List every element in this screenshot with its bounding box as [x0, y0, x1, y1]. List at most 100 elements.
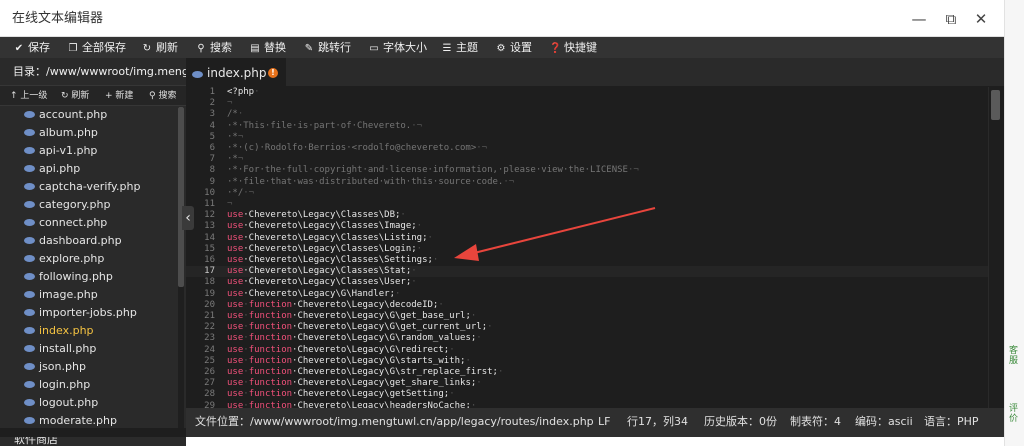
code-area[interactable]: 1 <?php· 2 ¬ 3/*· 4 ·*·This·file·is·part·of·Ch… — [186, 87, 988, 408]
file-item-album-php[interactable]: album.php — [24, 124, 98, 142]
code-line[interactable]: 3 /*· — [186, 109, 988, 120]
code-line[interactable]: 11 ¬ — [186, 199, 988, 210]
code-line[interactable]: 23 use · function·Chevereto\Legacy\G\random… — [186, 333, 988, 344]
code-text: use · function·Chevereto\Legacy\G\get_curr… — [227, 322, 493, 333]
status-line-ending[interactable]: LF — [598, 408, 610, 435]
code-line[interactable]: 15 use·Chevereto\Legacy\Classes\Login;· — [186, 244, 988, 255]
file-item-label: api-v1.php — [39, 144, 98, 157]
collapse-sidebar-button[interactable]: ‹ — [182, 206, 194, 230]
file-item-following-php[interactable]: following.php — [24, 268, 113, 286]
file-item-api-php[interactable]: api.php — [24, 160, 80, 178]
settings-button[interactable]: ⚙ 设置 — [495, 37, 532, 58]
status-language[interactable]: 语言：PHP — [924, 408, 979, 435]
file-item-index-php[interactable]: index.php — [24, 322, 94, 340]
status-tab-size[interactable]: 制表符：4 — [790, 408, 841, 435]
maximize-button[interactable]: ⧉ — [940, 8, 962, 30]
code-line[interactable]: 19 use·Chevereto\Legacy\G\Handler;· — [186, 289, 988, 300]
replace-button[interactable]: ▤ 替换 — [249, 37, 286, 58]
code-line[interactable]: 6 ·*·(c)·Rodolfo·Berrios·<rodolfo@chevere… — [186, 143, 988, 154]
close-button[interactable]: ✕ — [970, 8, 992, 30]
go-up-button[interactable]: ↑ 上一级 — [10, 86, 47, 106]
unsaved-indicator-icon[interactable]: ! — [268, 68, 278, 78]
plus-icon: + — [105, 91, 116, 101]
file-item-moderate-php[interactable]: moderate.php — [24, 412, 117, 428]
code-line[interactable]: 25 use · function·Chevereto\Legacy\G\starts… — [186, 356, 988, 367]
theme-button[interactable]: ☰ 主题 — [441, 37, 478, 58]
font-size-label: 字体大小 — [383, 41, 427, 54]
file-item-explore-php[interactable]: explore.php — [24, 250, 104, 268]
sidebar-refresh-button[interactable]: ↻ 刷新 — [61, 86, 89, 106]
code-line[interactable]: 28 use · function·Chevereto\Legacy\getSetti… — [186, 389, 988, 400]
font-size-button[interactable]: ▭ 字体大小 — [368, 37, 427, 58]
file-item-account-php[interactable]: account.php — [24, 107, 107, 124]
code-line[interactable]: 7 ·*¬ — [186, 154, 988, 165]
code-line[interactable]: 17 use·Chevereto\Legacy\Classes\Stat;· — [186, 266, 988, 278]
window-title: 在线文本编辑器 — [12, 11, 104, 26]
goto-line-button[interactable]: ✎ 跳转行 — [303, 37, 351, 58]
status-history-versions[interactable]: 历史版本：0份 — [704, 408, 777, 435]
sidebar-scrollbar-thumb[interactable] — [178, 107, 184, 287]
code-line[interactable]: 21 use · function·Chevereto\Legacy\G\get_ba… — [186, 311, 988, 322]
code-line[interactable]: 27 use · function·Chevereto\Legacy\get_shar… — [186, 378, 988, 389]
code-line[interactable]: 4 ·*·This·file·is·part·of·Chevereto.·¬ — [186, 121, 988, 132]
file-item-api-v1-php[interactable]: api-v1.php — [24, 142, 97, 160]
code-line[interactable]: 16 use·Chevereto\Legacy\Classes\Settings;… — [186, 255, 988, 266]
file-item-json-php[interactable]: json.php — [24, 358, 86, 376]
save-all-button[interactable]: ❐ 全部保存 — [67, 37, 126, 58]
code-line[interactable]: 13 use·Chevereto\Legacy\Classes\Image;· — [186, 221, 988, 232]
status-bar: 文件位置：/www/wwwroot/img.mengtuwl.cn/app/le… — [186, 408, 1004, 437]
code-keyword: use — [227, 400, 244, 408]
file-item-captcha-verify-php[interactable]: captcha-verify.php — [24, 178, 140, 196]
code-line[interactable]: 14 use·Chevereto\Legacy\Classes\Listing;· — [186, 233, 988, 244]
code-line[interactable]: 5 ·*¬ — [186, 132, 988, 143]
new-file-button[interactable]: + 新建 — [105, 86, 133, 106]
file-item-dashboard-php[interactable]: dashboard.php — [24, 232, 122, 250]
sidebar-scrollbar[interactable] — [178, 107, 184, 428]
file-item-connect-php[interactable]: connect.php — [24, 214, 107, 232]
whitespace-marker: ¬ — [237, 131, 244, 142]
editor-scrollbar-thumb[interactable] — [991, 90, 1000, 120]
code-line[interactable]: 24 use · function·Chevereto\Legacy\G\redire… — [186, 345, 988, 356]
code-line[interactable]: 22 use · function·Chevereto\Legacy\G\get_cu… — [186, 322, 988, 333]
file-item-importer-jobs-php[interactable]: importer-jobs.php — [24, 304, 137, 322]
file-item-logout-php[interactable]: logout.php — [24, 394, 98, 412]
code-line[interactable]: 26 use · function·Chevereto\Legacy\G\str_re… — [186, 367, 988, 378]
file-item-login-php[interactable]: login.php — [24, 376, 90, 394]
line-number: 5 — [209, 131, 215, 142]
line-number: 14 — [204, 232, 215, 243]
code-token: ·Chevereto\Legacy\getSetting; — [292, 389, 450, 400]
whitespace-marker: · — [487, 322, 493, 333]
code-line[interactable]: 20 use · function·Chevereto\Legacy\decodeID… — [186, 300, 988, 311]
status-encoding[interactable]: 编码：ascii — [855, 408, 913, 435]
code-line[interactable]: 29 use · function·Chevereto\Legacy\headersN… — [186, 401, 988, 408]
file-item-image-php[interactable]: image.php — [24, 286, 98, 304]
code-line[interactable]: 2 ¬ — [186, 98, 988, 109]
php-file-icon — [24, 308, 35, 316]
minimize-button[interactable]: — — [908, 8, 930, 30]
file-item-install-php[interactable]: install.php — [24, 340, 96, 358]
file-item-label: api.php — [39, 162, 81, 175]
code-keyword: use — [227, 299, 244, 310]
code-line[interactable]: 10 ·*/·¬ — [186, 188, 988, 199]
editor-scrollbar[interactable] — [988, 87, 1002, 408]
refresh-button[interactable]: ↻ 刷新 — [141, 37, 178, 58]
code-line[interactable]: 8 ·*·For·the·full·copyright·and·license·i… — [186, 165, 988, 176]
code-line[interactable]: 18 use·Chevereto\Legacy\Classes\User;· — [186, 277, 988, 288]
php-file-icon — [24, 218, 35, 226]
search-button[interactable]: ⚲ 搜索 — [195, 37, 232, 58]
code-line[interactable]: 9 ·*·file·that·was·distributed·with·this·… — [186, 177, 988, 188]
code-line[interactable]: 1 <?php· — [186, 87, 988, 98]
code-text: ·*·file·that·was·distributed·with·this·s… — [227, 177, 514, 188]
whitespace-marker: · — [416, 221, 423, 232]
sidebar-search-button[interactable]: ⚲ 搜索 — [149, 86, 176, 106]
shortcuts-button[interactable]: ❓ 快捷键 — [549, 37, 597, 58]
php-file-icon — [24, 362, 35, 370]
code-line[interactable]: 12 use·Chevereto\Legacy\Classes\DB;· — [186, 210, 988, 221]
status-cursor-position[interactable]: 行17，列34 — [627, 408, 688, 435]
save-button[interactable]: ✔ 保存 — [13, 37, 50, 58]
tab-index-php[interactable]: index.php ! — [186, 58, 286, 86]
file-item-category-php[interactable]: category.php — [24, 196, 110, 214]
file-item-label: category.php — [39, 198, 111, 211]
whitespace-marker: · — [476, 378, 482, 389]
code-token: ·Chevereto\Legacy\Classes\Listing; — [243, 232, 428, 243]
